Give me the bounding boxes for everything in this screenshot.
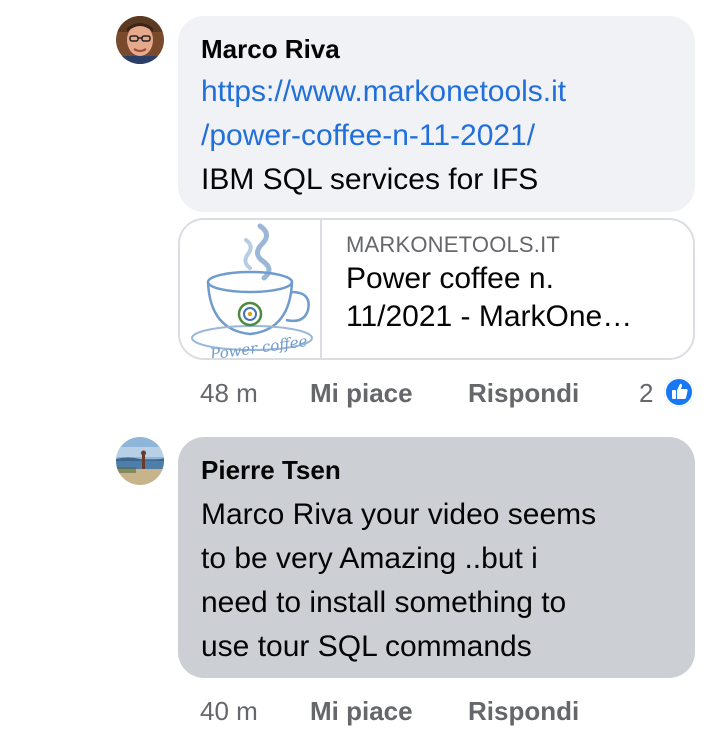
comment-link-part-2[interactable]: /power-coffee-n-11-2021/ — [201, 114, 695, 158]
comment-author[interactable]: Marco Riva — [201, 34, 695, 64]
reply-button[interactable]: Rispondi — [468, 377, 579, 409]
link-preview-title[interactable]: Power coffee n. 11/2021 - MarkOne… — [346, 260, 676, 336]
link-preview-title-line-1[interactable]: Power coffee n. — [346, 260, 676, 298]
comment-actions: 40 m Mi piace Rispondi — [200, 695, 620, 727]
avatar-marco-riva[interactable] — [116, 16, 164, 64]
thumbs-up-glyph — [664, 377, 694, 407]
comment-bubble-marco-riva[interactable]: Marco Riva https://www.markonetools.it /… — [178, 16, 695, 212]
like-icon[interactable] — [664, 377, 694, 407]
comment-actions: 48 m Mi piace Rispondi — [200, 377, 620, 409]
comment-text-line: need to install something to — [201, 586, 567, 619]
reply-button[interactable]: Rispondi — [468, 695, 579, 727]
power-coffee-logo: Power coffee — [180, 220, 320, 358]
like-button[interactable]: Mi piace — [310, 377, 413, 409]
comment-timestamp[interactable]: 40 m — [200, 695, 258, 727]
avatar-photo — [116, 16, 164, 64]
link-preview-card[interactable]: Power coffee MARKONETOOLS.IT Power coffe… — [178, 218, 695, 360]
comment-text-line: use tour SQL commands — [201, 630, 532, 663]
avatar-photo — [116, 437, 164, 485]
comment-bubble-pierre-tsen[interactable]: Pierre Tsen Marco Riva your video seems … — [178, 437, 695, 678]
avatar-pierre-tsen[interactable] — [116, 437, 164, 485]
comment-timestamp[interactable]: 48 m — [200, 377, 258, 409]
comment-text: IBM SQL services for IFS — [201, 163, 539, 196]
link-preview-thumbnail: Power coffee — [180, 220, 322, 358]
link-preview-domain: MARKONETOOLS.IT — [346, 232, 561, 257]
link-preview-title-line-2[interactable]: 11/2021 - MarkOne… — [346, 298, 676, 336]
comment-text-line: to be very Amazing ..but i — [201, 542, 538, 575]
comment-author[interactable]: Pierre Tsen — [201, 455, 695, 485]
comment-text-line: Marco Riva your video seems — [201, 498, 597, 531]
comments-thread: Marco Riva https://www.markonetools.it /… — [0, 0, 720, 740]
like-button[interactable]: Mi piace — [310, 695, 413, 727]
comment-text: Marco Riva your video seems to be very A… — [201, 493, 695, 669]
comment-link[interactable]: https://www.markonetools.it /power-coffe… — [201, 70, 695, 158]
reaction-count[interactable]: 2 — [639, 377, 653, 409]
comment-link-part-1[interactable]: https://www.markonetools.it — [201, 70, 695, 114]
